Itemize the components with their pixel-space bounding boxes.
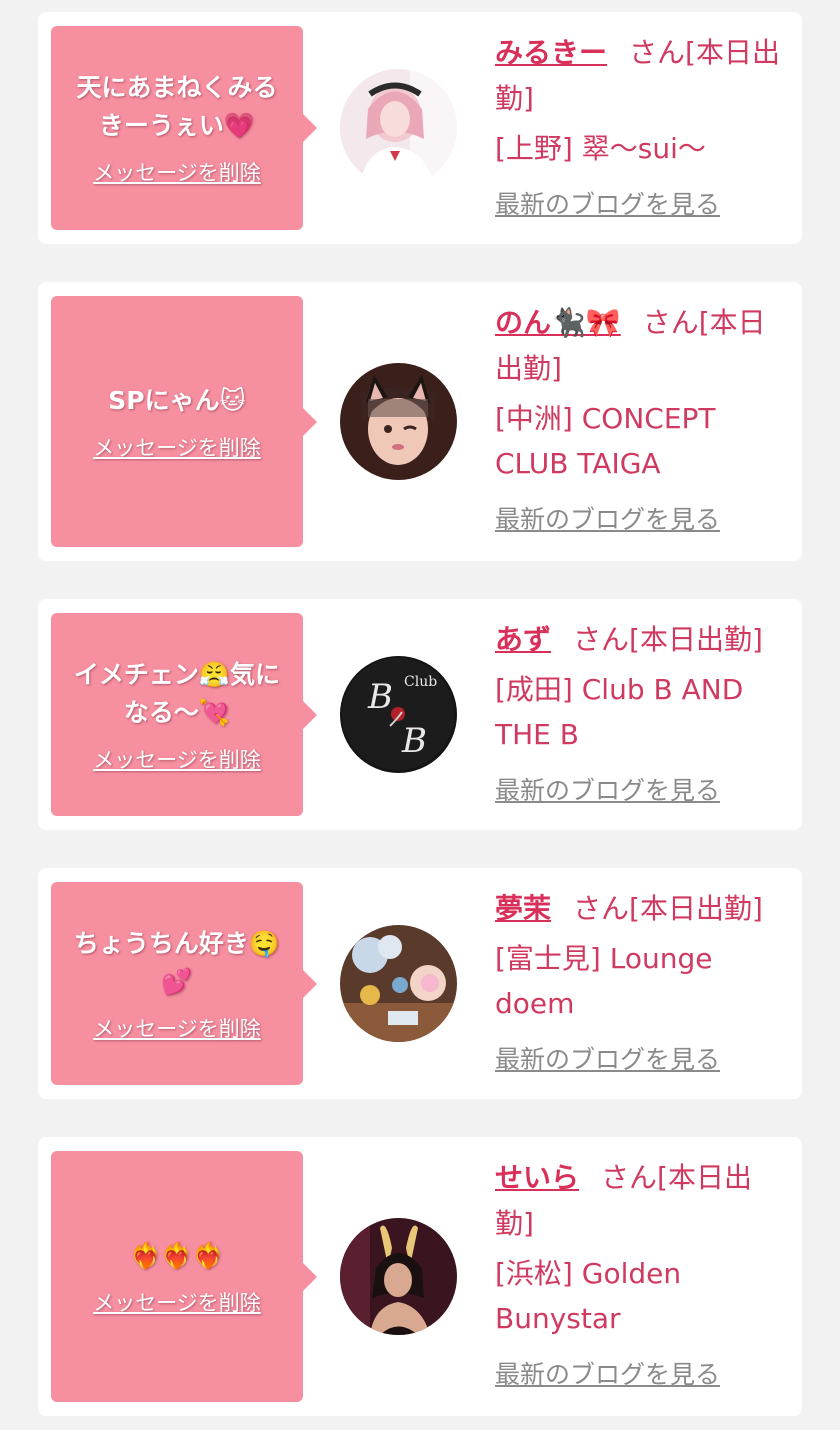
girl-name-link[interactable]: せいら [495,1161,579,1194]
shop-name: [中洲] CONCEPT CLUB TAIGA [495,402,716,480]
avatar[interactable] [340,69,457,186]
work-status: さん[本日出勤] [573,623,763,656]
message-card: イメチェン😤気になる〜💘 メッセージを削除 B Club B あず さん[本日出勤… [38,599,802,830]
girl-info: のん🐈‍⬛🎀 さん[本日出勤] [中洲] CONCEPT CLUB TAIGA 最… [495,300,788,536]
delete-message-link[interactable]: メッセージを削除 [93,157,261,187]
message-text: ちょうちん好き🤤💕 [73,928,281,996]
avatar-image [340,363,457,480]
avatar-image [340,925,457,1042]
delete-message-link[interactable]: メッセージを削除 [93,432,261,462]
shop-name: [富士見] Lounge doem [495,942,713,1020]
delete-message-link[interactable]: メッセージを削除 [93,1287,261,1317]
avatar-image [340,69,457,186]
girl-name-link[interactable]: みるきー [495,36,607,69]
message-text: 天にあまねくみるきーうぇい💗 [76,73,278,140]
work-status: さん[本日出勤] [573,892,763,925]
message-card: 天にあまねくみるきーうぇい💗 メッセージを削除 みるきー さん[本日出勤] [上野… [38,12,802,244]
name-line: のん🐈‍⬛🎀 さん[本日出勤] [495,300,788,392]
girl-name-link[interactable]: のん🐈‍⬛🎀 [495,306,621,339]
girl-name-link[interactable]: 夢茉 [495,892,551,925]
name-line: みるきー さん[本日出勤] [495,30,788,122]
name-line: せいら さん[本日出勤] [495,1155,788,1247]
avatar-image [340,1218,457,1335]
club-logo-image: B Club B [340,656,457,773]
latest-blog-link[interactable]: 最新のブログを見る [495,1040,720,1076]
svg-text:B: B [367,677,393,717]
avatar[interactable]: B Club B [340,656,457,773]
message-bubble: イメチェン😤気になる〜💘 メッセージを削除 [51,613,317,816]
svg-text:Club: Club [404,674,437,690]
avatar[interactable] [340,1218,457,1335]
girl-info: あず さん[本日出勤] [成田] Club B AND THE B 最新のブログを… [495,617,788,807]
message-bubble: SPにゃん🐱 メッセージを削除 [51,296,317,547]
latest-blog-link[interactable]: 最新のブログを見る [495,1355,720,1391]
avatar[interactable] [340,925,457,1042]
delete-message-link[interactable]: メッセージを削除 [93,1013,261,1043]
latest-blog-link[interactable]: 最新のブログを見る [495,500,720,536]
girl-info: 夢茉 さん[本日出勤] [富士見] Lounge doem 最新のブログを見る [495,886,788,1076]
shop-name: [成田] Club B AND THE B [495,673,744,751]
message-card: ちょうちん好き🤤💕 メッセージを削除 夢茉 さん[本日出勤] [富士見] Loun… [38,868,802,1099]
svg-text:B: B [401,721,427,761]
name-line: あず さん[本日出勤] [495,617,788,663]
message-bubble: ちょうちん好き🤤💕 メッセージを削除 [51,882,317,1085]
girl-info: せいら さん[本日出勤] [浜松] Golden Bunystar 最新のブログを… [495,1155,788,1391]
girl-info: みるきー さん[本日出勤] [上野] 翠〜sui〜 最新のブログを見る [495,30,788,221]
message-list: 天にあまねくみるきーうぇい💗 メッセージを削除 みるきー さん[本日出勤] [上野… [0,0,840,1430]
message-text: ❤️‍🔥❤️‍🔥❤️‍🔥 [130,1240,224,1270]
message-text: SPにゃん🐱 [108,385,246,415]
girl-name-link[interactable]: あず [495,623,551,656]
latest-blog-link[interactable]: 最新のブログを見る [495,771,720,807]
message-bubble: ❤️‍🔥❤️‍🔥❤️‍🔥 メッセージを削除 [51,1151,317,1402]
name-line: 夢茉 さん[本日出勤] [495,886,788,932]
shop-name: [上野] 翠〜sui〜 [495,132,706,165]
message-card: SPにゃん🐱 メッセージを削除 のん🐈‍⬛🎀 さん[本日出勤] [中洲] CONC… [38,282,802,561]
message-bubble: 天にあまねくみるきーうぇい💗 メッセージを削除 [51,26,317,230]
delete-message-link[interactable]: メッセージを削除 [93,744,261,774]
avatar[interactable] [340,363,457,480]
latest-blog-link[interactable]: 最新のブログを見る [495,185,720,221]
message-text: イメチェン😤気になる〜💘 [73,659,281,727]
message-card: ❤️‍🔥❤️‍🔥❤️‍🔥 メッセージを削除 せいら さん[本日出勤] [浜松] G… [38,1137,802,1416]
shop-name: [浜松] Golden Bunystar [495,1257,682,1335]
